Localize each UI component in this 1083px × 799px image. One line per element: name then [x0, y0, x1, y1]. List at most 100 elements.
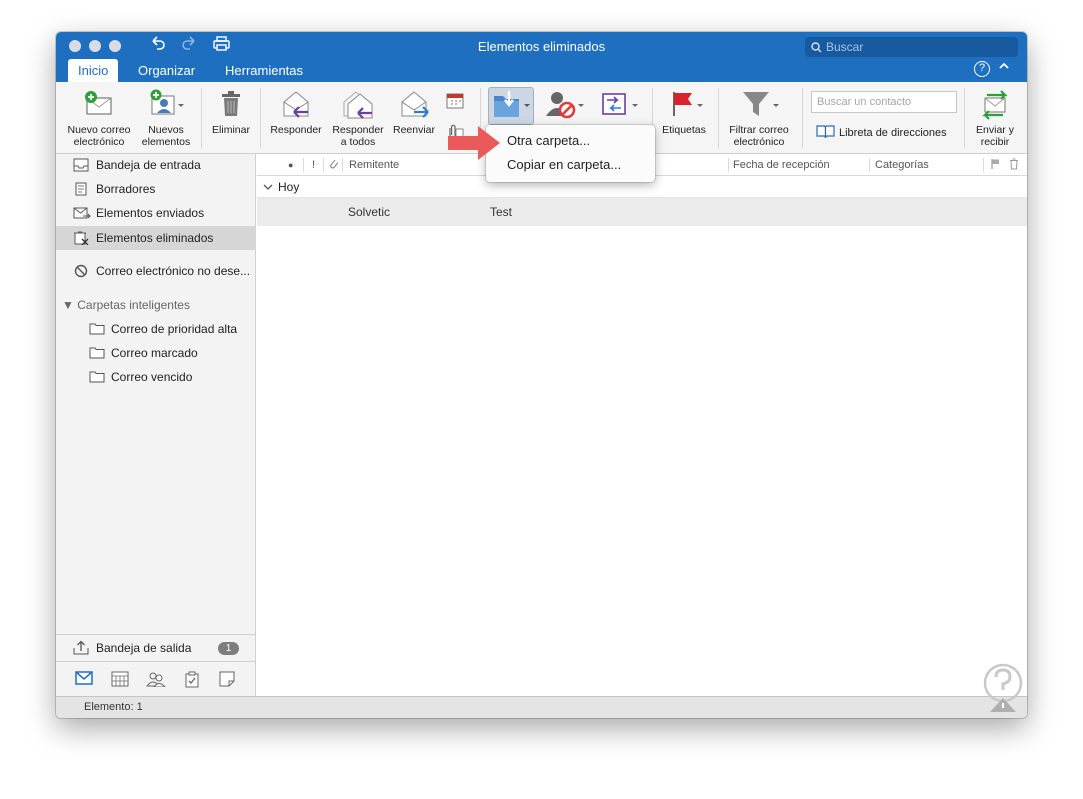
ribbon-separator: [260, 88, 261, 148]
tags-label: Etiquetas: [662, 124, 706, 136]
smart-folders-header[interactable]: ▼ Carpetas inteligentes: [62, 298, 190, 312]
column-divider: [983, 158, 984, 172]
meeting-button[interactable]: [444, 92, 466, 113]
forward-button[interactable]: Reenviar: [389, 88, 439, 136]
received-date-column[interactable]: Fecha de recepción: [733, 154, 830, 176]
drafts-icon: [75, 182, 87, 196]
trash-can-icon: [222, 91, 240, 116]
column-divider: [728, 158, 729, 172]
table-row[interactable]: Solvetic Test: [257, 198, 1027, 226]
sidebar-item-flagged[interactable]: Correo marcado: [56, 342, 256, 364]
address-book-label: Libreta de direcciones: [839, 127, 947, 139]
status-bar: Elemento: 1: [56, 696, 1027, 718]
tab-organizar[interactable]: Organizar: [128, 59, 205, 82]
new-email-label-2: electrónico: [73, 136, 125, 148]
people-icon[interactable]: [146, 671, 166, 687]
new-email-button[interactable]: Nuevo correo electrónico: [62, 88, 136, 148]
ribbon-separator: [964, 88, 965, 148]
attachment-column[interactable]: [329, 154, 339, 176]
sidebar-item-overdue[interactable]: Correo vencido: [56, 366, 256, 388]
importance-column[interactable]: !: [312, 154, 315, 176]
address-book-button[interactable]: Libreta de direcciones: [816, 124, 947, 139]
trash-icon: [1010, 158, 1018, 170]
forward-label: Reenviar: [392, 124, 436, 136]
new-items-button[interactable]: Nuevos elementos: [136, 88, 196, 148]
column-divider: [342, 158, 343, 172]
message-list: ● ! Remitente Fecha de recepción Categor…: [257, 154, 1027, 696]
forward-icon: [401, 91, 429, 118]
flag-icon: [991, 159, 999, 169]
tags-button[interactable]: Etiquetas: [656, 88, 712, 136]
reply-button[interactable]: Responder: [265, 88, 327, 136]
outbox-count-badge: 1: [218, 642, 239, 655]
reply-all-button[interactable]: Responder a todos: [327, 88, 389, 148]
sidebar-item-junk[interactable]: Correo electrónico no dese...: [56, 260, 256, 282]
search-field[interactable]: Buscar: [805, 37, 1018, 57]
sidebar-item-label: Elementos enviados: [96, 206, 205, 220]
read-status-column[interactable]: ●: [288, 154, 293, 176]
address-book-icon: [816, 125, 835, 139]
notes-icon[interactable]: [219, 671, 235, 687]
sidebar-item-deleted[interactable]: Elementos eliminados: [56, 226, 256, 250]
tab-herramientas[interactable]: Herramientas: [215, 59, 313, 82]
sidebar-item-sent[interactable]: Elementos enviados: [56, 202, 256, 224]
sidebar-item-label: Elementos eliminados: [96, 231, 214, 245]
filter-email-label-1: Filtrar correo: [729, 124, 789, 136]
menu-item-other-folder[interactable]: Otra carpeta...: [486, 129, 655, 153]
paperclip-icon: [330, 159, 339, 169]
mail-icon[interactable]: [75, 671, 93, 685]
tasks-icon[interactable]: [184, 671, 200, 688]
reply-label: Responder: [270, 124, 322, 136]
sidebar-item-label: Correo electrónico no dese...: [96, 264, 251, 278]
module-switcher: [56, 661, 256, 696]
send-receive-icon: [982, 90, 1008, 120]
sidebar-item-drafts[interactable]: Borradores: [56, 178, 256, 200]
delete-column[interactable]: [1009, 154, 1019, 176]
sent-icon: [73, 207, 91, 219]
delete-button[interactable]: Eliminar: [206, 88, 256, 136]
sidebar-item-inbox[interactable]: Bandeja de entrada: [56, 154, 256, 176]
move-folder-icon: [494, 91, 530, 117]
flag-column[interactable]: [990, 154, 1000, 176]
calendar-icon[interactable]: [111, 671, 129, 687]
new-email-label-1: Nuevo correo: [67, 124, 131, 136]
menu-item-copy-to-folder[interactable]: Copiar en carpeta...: [486, 153, 655, 177]
folder-icon: [89, 347, 105, 359]
sidebar-item-label: Correo vencido: [111, 370, 193, 384]
sidebar-item-outbox[interactable]: Bandeja de salida 1: [56, 634, 256, 661]
contact-search-input[interactable]: Buscar un contacto: [811, 91, 957, 113]
help-icon[interactable]: ?: [974, 61, 990, 77]
outbox-label: Bandeja de salida: [96, 641, 192, 655]
tab-inicio[interactable]: Inicio: [68, 59, 119, 82]
search-icon: [811, 42, 822, 53]
trash-icon: [74, 231, 89, 245]
annotation-arrow-icon: [448, 126, 500, 160]
new-items-label-2: elementos: [141, 136, 191, 148]
rules-button[interactable]: [596, 88, 642, 124]
reply-all-label-2: a todos: [340, 136, 376, 148]
ribbon-tabs: Inicio Organizar Herramientas: [56, 59, 1027, 82]
filter-funnel-icon: [743, 92, 779, 116]
new-email-icon: [85, 91, 112, 115]
filter-email-button[interactable]: Filtrar correo electrónico: [722, 88, 796, 148]
sidebar-item-high-priority[interactable]: Correo de prioridad alta: [56, 318, 256, 340]
folder-sidebar: Bandeja de entrada Borradores Elementos …: [56, 154, 256, 696]
flag-icon: [673, 92, 703, 116]
categories-column[interactable]: Categorías: [875, 154, 929, 176]
chevron-down-icon: [263, 176, 273, 198]
new-items-label-1: Nuevos: [148, 124, 184, 136]
reply-icon: [283, 91, 309, 118]
sidebar-item-label: Correo marcado: [111, 346, 198, 360]
sidebar-item-label: Bandeja de entrada: [96, 158, 201, 172]
triangle-down-icon: ▼: [62, 298, 74, 312]
send-receive-button[interactable]: Enviar y recibir: [968, 88, 1022, 148]
move-button[interactable]: [488, 87, 534, 125]
reply-all-label-1: Responder: [332, 124, 384, 136]
outlook-window: Elementos eliminados Buscar Inicio Organ…: [56, 32, 1027, 718]
sender-column[interactable]: Remitente: [349, 154, 399, 176]
sidebar-item-label: Correo de prioridad alta: [111, 322, 238, 336]
block-sender-icon: [546, 92, 584, 119]
search-placeholder: Buscar: [826, 40, 864, 54]
collapse-ribbon-icon[interactable]: [998, 60, 1010, 75]
block-sender-button[interactable]: [542, 88, 588, 124]
